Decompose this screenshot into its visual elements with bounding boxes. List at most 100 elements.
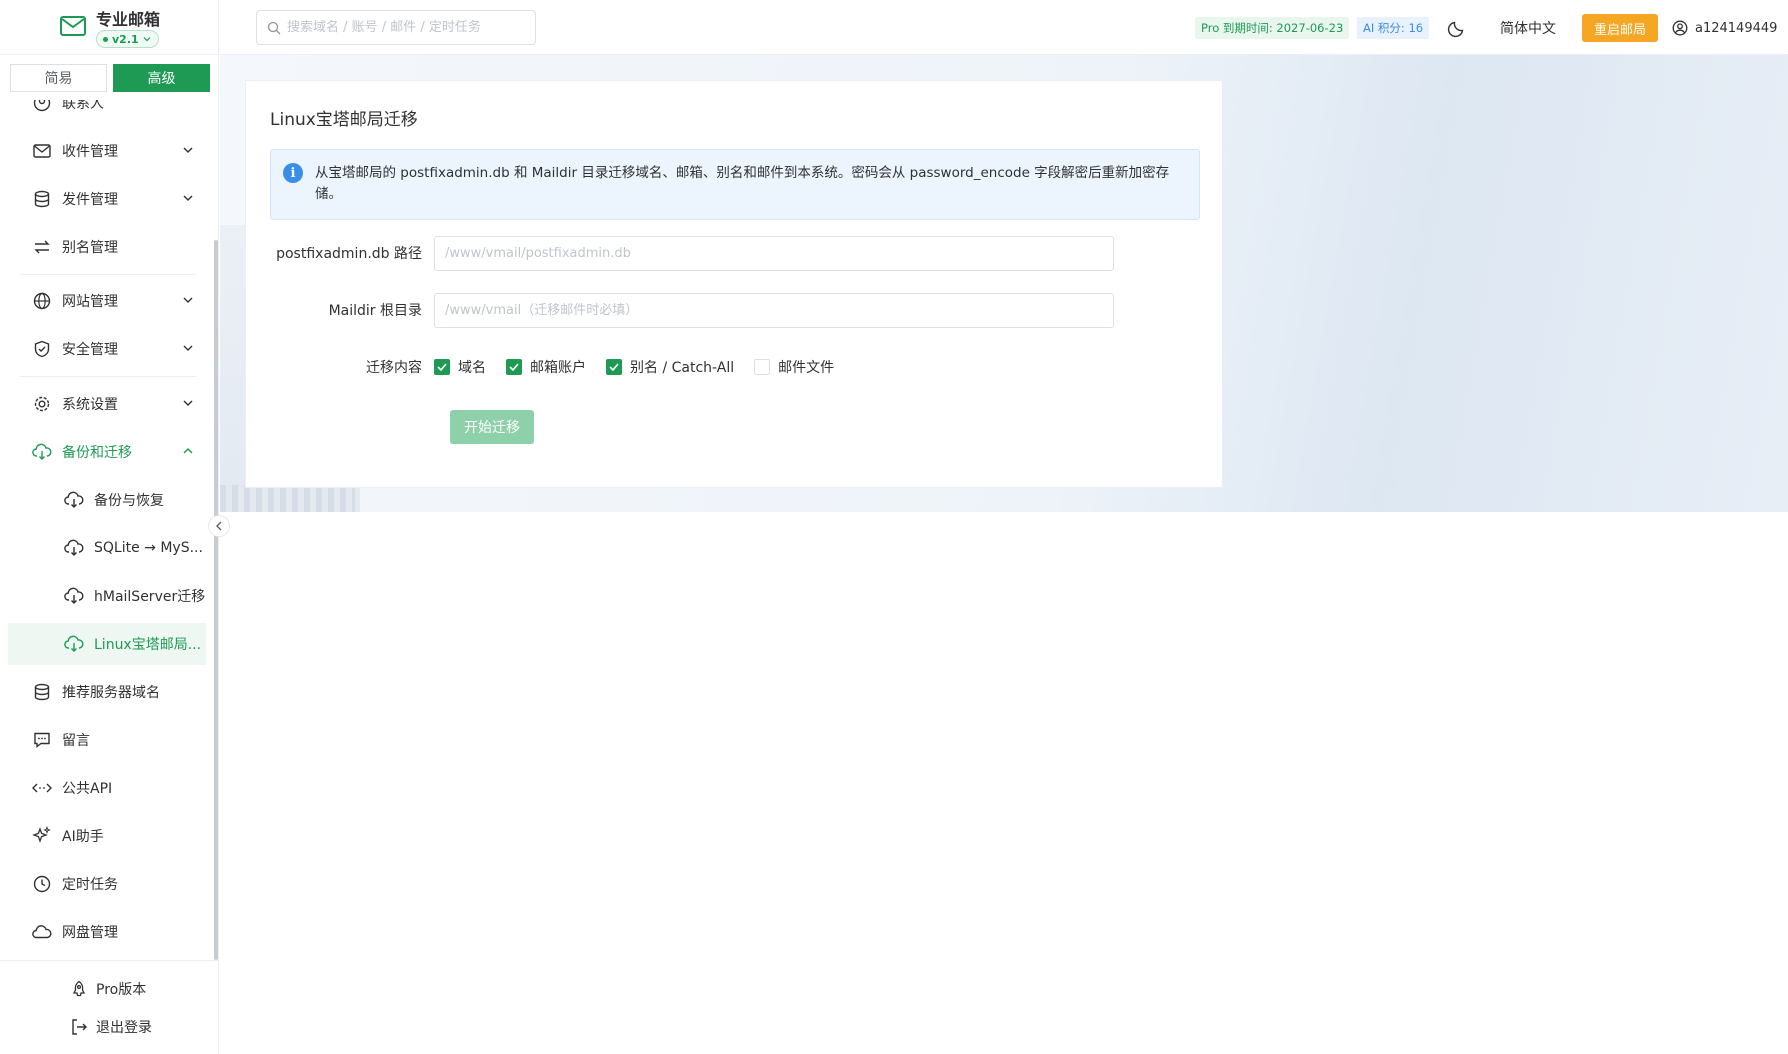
moon-icon[interactable]	[1447, 18, 1467, 38]
restart-mail-button[interactable]: 重启邮局	[1582, 14, 1658, 42]
sidebar-item-ai-assistant[interactable]: AI助手	[8, 815, 206, 857]
sidebar-item-label: 推荐服务器域名	[62, 685, 160, 701]
sidebar-collapse-button[interactable]	[208, 515, 230, 537]
sidebar-item-system[interactable]: 系统设置	[8, 383, 206, 425]
option-mailfiles-checkbox[interactable]: 邮件文件	[754, 357, 834, 377]
search-icon	[267, 21, 281, 34]
unchecked-box-icon	[754, 359, 771, 375]
sidebar-item-alias[interactable]: 别名管理	[8, 226, 206, 268]
mode-toggle: 简易 高级	[10, 64, 210, 92]
sidebar-item-public-api[interactable]: 公共API	[8, 767, 206, 809]
option-label: 邮箱账户	[530, 360, 586, 376]
chevron-left-icon	[216, 521, 222, 531]
start-migration-button[interactable]: 开始迁移	[450, 410, 534, 444]
mode-simple-button[interactable]: 简易	[10, 64, 107, 92]
search-input[interactable]	[287, 20, 527, 35]
logout-icon	[72, 1019, 87, 1035]
page-title: Linux宝塔邮局迁移	[270, 110, 418, 130]
sidebar-item-contacts[interactable]: 联系人	[8, 100, 206, 124]
background-building-base	[220, 485, 355, 512]
db-path-input[interactable]	[434, 235, 1114, 271]
maildir-row: Maildir 根目录	[270, 292, 1114, 328]
checkmark-icon	[434, 359, 450, 375]
logout-link[interactable]: 退出登录	[70, 1015, 152, 1039]
option-alias-checkbox[interactable]: 别名 / Catch-All	[606, 357, 734, 377]
option-mailbox-checkbox[interactable]: 邮箱账户	[506, 357, 586, 377]
swap-icon	[32, 237, 52, 257]
chevron-down-icon	[143, 37, 151, 42]
sidebar-item-label: 别名管理	[62, 240, 118, 256]
sidebar-item-hmailserver[interactable]: hMailServer迁移	[8, 575, 206, 617]
version-label: v2.1	[112, 32, 139, 46]
menu-divider	[20, 376, 196, 377]
sidebar-item-scheduled-tasks[interactable]: 定时任务	[8, 863, 206, 905]
chevron-down-icon	[183, 345, 193, 351]
sparkle-icon	[32, 826, 52, 846]
info-alert-text: 从宝塔邮局的 postfixadmin.db 和 Maildir 目录迁移域名、…	[315, 165, 1170, 202]
brand: 专业邮箱 v2.1	[0, 0, 218, 55]
sidebar-item-label: 公共API	[62, 781, 113, 797]
pro-version-link[interactable]: Pro版本	[70, 977, 146, 1001]
sidebar-item-label: 系统设置	[62, 397, 118, 413]
cloud-download-icon	[64, 634, 84, 654]
version-badge[interactable]: v2.1	[96, 30, 159, 48]
option-domain-checkbox[interactable]: 域名	[434, 357, 486, 377]
sidebar-item-label: 联系人	[62, 100, 104, 112]
username: a124149449	[1695, 20, 1778, 36]
chevron-down-icon	[183, 400, 193, 406]
code-icon	[32, 778, 52, 798]
migration-card: Linux宝塔邮局迁移 i 从宝塔邮局的 postfixadmin.db 和 M…	[245, 80, 1223, 488]
sidebar-item-label: SQLite → MyS...	[94, 540, 203, 556]
sidebar-item-outbox[interactable]: 发件管理	[8, 178, 206, 220]
option-label: 邮件文件	[778, 360, 835, 376]
brand-name: 专业邮箱	[96, 10, 161, 29]
sidebar-item-inbox[interactable]: 收件管理	[8, 130, 206, 172]
sidebar-item-recommended-domains[interactable]: 推荐服务器域名	[8, 671, 206, 713]
sidebar-item-label: 备份和迁移	[62, 445, 132, 461]
sidebar-item-sqlite-mysql[interactable]: SQLite → MyS...	[8, 527, 206, 569]
pro-expiry-badge: Pro 到期时间: 2027-06-23	[1195, 17, 1350, 39]
chat-icon	[32, 730, 52, 750]
chevron-down-icon	[183, 147, 193, 153]
shield-icon	[32, 339, 52, 359]
global-search[interactable]	[256, 10, 536, 45]
sidebar-item-label: hMailServer迁移	[94, 589, 206, 605]
maildir-input[interactable]	[434, 292, 1114, 328]
sidebar-item-label: 收件管理	[62, 144, 118, 160]
ai-points-badge: AI 积分: 16	[1357, 17, 1430, 39]
checkmark-icon	[506, 359, 522, 375]
migrate-content-options: 域名 邮箱账户 别名 / Catch-All 邮件文件	[434, 357, 854, 377]
sidebar-item-cloud-drive[interactable]: 网盘管理	[8, 911, 206, 953]
migrate-content-row: 迁移内容 域名 邮箱账户 别名 / Catch-All 邮件文件	[270, 349, 854, 385]
cloud-download-icon	[64, 538, 84, 558]
user-menu[interactable]: a124149449	[1672, 17, 1777, 39]
sidebar-item-security[interactable]: 安全管理	[8, 328, 206, 370]
sidebar-item-backup-restore[interactable]: 备份与恢复	[8, 479, 206, 521]
sidebar-menu: 联系人 收件管理 发件管理 别名管理 网站管理 安全管理 系统设置 备份和迁移 …	[0, 100, 210, 960]
sidebar: 专业邮箱 v2.1 简易 高级 联系人 收件管理 发件管理 别名管理 网站管理 …	[0, 0, 219, 1054]
mode-advanced-button[interactable]: 高级	[113, 64, 210, 92]
sidebar-item-label: 发件管理	[62, 192, 118, 208]
sidebar-item-backup-migrate[interactable]: 备份和迁移	[8, 431, 206, 473]
sidebar-item-label: 定时任务	[62, 877, 118, 893]
sidebar-item-linux-bt[interactable]: Linux宝塔邮局...	[8, 623, 206, 665]
maildir-label: Maildir 根目录	[328, 303, 422, 319]
status-dot-icon	[103, 36, 108, 42]
sidebar-item-label: 网站管理	[62, 294, 118, 310]
user-circle-icon	[32, 100, 52, 113]
db-path-row: postfixadmin.db 路径	[270, 235, 1114, 271]
sidebar-scrollbar[interactable]	[214, 240, 218, 960]
db-path-label: postfixadmin.db 路径	[276, 246, 422, 262]
logout-label: 退出登录	[96, 1020, 152, 1036]
cloud-download-icon	[32, 442, 52, 462]
mail-logo-icon	[60, 16, 86, 36]
language-selector[interactable]: 简体中文	[1500, 17, 1556, 39]
sidebar-item-label: 留言	[62, 733, 90, 749]
sidebar-item-messages[interactable]: 留言	[8, 719, 206, 761]
sidebar-item-website[interactable]: 网站管理	[8, 280, 206, 322]
sidebar-footer: Pro版本 退出登录	[0, 960, 219, 1054]
cloud-icon	[32, 922, 52, 942]
database-icon	[32, 682, 52, 702]
user-circle-icon	[1672, 20, 1688, 36]
cloud-download-icon	[64, 586, 84, 606]
